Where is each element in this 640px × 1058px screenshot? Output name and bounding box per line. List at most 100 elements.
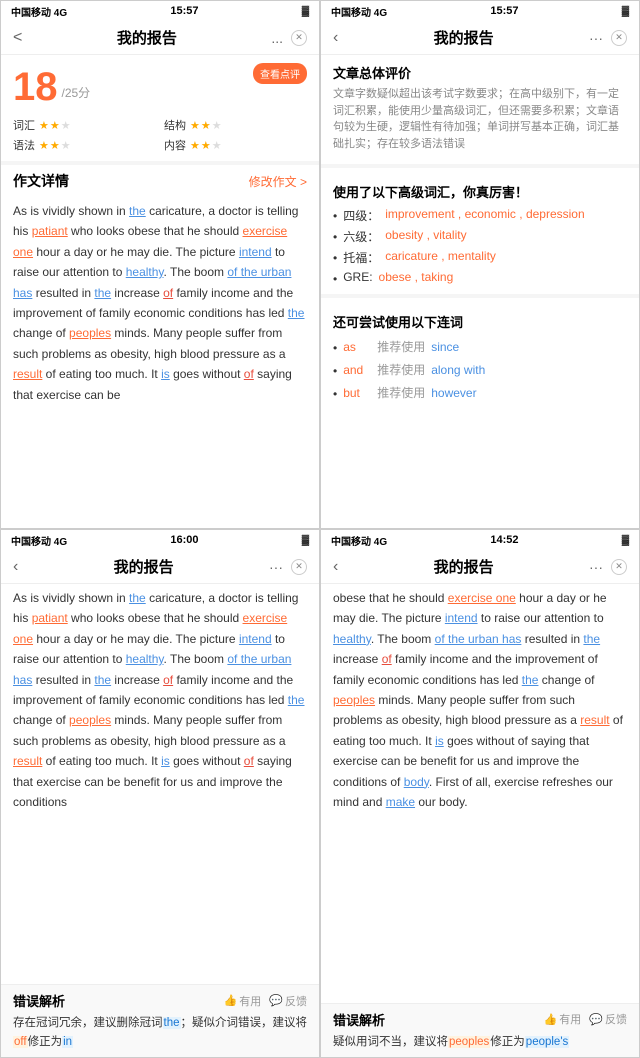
feedback-btns-br: 👍 有用 💬 反馈 [544,1011,627,1027]
words-0: improvement , economic , depression [385,207,584,221]
close-btn-br[interactable]: ✕ [611,559,627,575]
bl-patiant: patiant [32,611,68,625]
battery-tr: ▓ [622,6,629,17]
back-icon-tr[interactable]: ‹ [333,29,338,47]
close-btn-bl[interactable]: ✕ [291,559,307,575]
level-0: 四级： [343,207,379,224]
star1: ★ [39,139,49,152]
feedback-btns-bl: 👍 有用 💬 反馈 [224,993,307,1009]
score-total: /25分 [62,84,91,101]
panel-bottom-right: 中国移动 4G 14:52 ▓ ‹ 我的报告 ··· ✕ obese that … [320,529,640,1058]
status-bar-br: 中国移动 4G 14:52 ▓ [321,530,639,550]
feedback-btn-bl[interactable]: 💬 反馈 [269,993,307,1009]
nav-title-bl: 我的报告 [114,556,174,577]
conjunct-item-1: • and 推荐使用 along with [333,358,627,381]
back-icon-bl[interactable]: ‹ [13,558,18,576]
nav-left-tr[interactable]: ‹ [333,29,338,47]
battery-tl: ▓ [302,6,309,17]
conjunct-item-0: • as 推荐使用 since [333,335,627,358]
carrier-tr: 中国移动 4G [331,4,387,19]
check-btn[interactable]: 查看点评 [253,63,307,84]
feedback-btn-br[interactable]: 💬 反馈 [589,1011,627,1027]
useful-btn-bl[interactable]: 👍 有用 [224,993,262,1009]
back-icon-br[interactable]: ‹ [333,558,338,576]
word-of: of [163,286,173,300]
conjunct-title: 还可尝试使用以下连词 [321,304,639,335]
c-word-0: as [343,340,371,354]
br-intend: intend [445,611,478,625]
edit-link[interactable]: 修改作文 > [249,173,307,190]
word-healthy: healthy [126,265,164,279]
score-grid: 词汇 ★ ★ ★ 结构 ★ ★ ★ [13,117,307,153]
level-3: GRE: [343,270,372,284]
close-btn-tl[interactable]: ✕ [291,30,307,46]
score-number: 18 [13,67,58,107]
vocab-title: 使用了以下高级词汇，你真厉害！ [321,174,639,205]
nav-right-bl[interactable]: ··· ✕ [269,559,307,575]
divider2 [321,294,639,298]
star2: ★ [50,139,60,152]
bl-of2: of [244,754,254,768]
nav-right-br[interactable]: ··· ✕ [589,559,627,575]
useful-btn-br[interactable]: 👍 有用 [544,1011,582,1027]
error-desc-br: 疑似用词不当，建议将peoples修正为people's [333,1033,627,1051]
err-off: off [13,1036,28,1048]
stars-vocab: ★ ★ ★ [39,119,71,132]
br-exercise-one: exercise one [448,591,516,605]
time-tl: 15:57 [170,5,198,17]
stars-content: ★ ★ ★ [190,139,222,152]
level-1: 六级： [343,228,379,245]
error-title-bl: 错误解析 [13,991,65,1010]
score-label-grammar: 语法 [13,137,35,153]
more-icon-tr[interactable]: ··· [589,30,603,46]
conjunct-list: • as 推荐使用 since • and 推荐使用 along with • … [321,335,639,404]
br-make: make [386,795,415,809]
panel-top-right: 中国移动 4G 15:57 ▓ ‹ 我的报告 ··· ✕ 文章总体评价 文章字数… [320,0,640,529]
score-label-content: 内容 [164,137,186,153]
words-2: caricature , mentality [385,249,496,263]
error-section-br: 错误解析 👍 有用 💬 反馈 疑似用词不当，建议将peoples修正为peopl… [321,1003,639,1057]
nav-title-tl: 我的报告 [117,27,177,48]
panel-tr-scroll: 文章总体评价 文章字数疑似超出该考试字数要求；在高中级别下，有一定词汇积累，能使… [321,55,639,528]
more-icon-bl[interactable]: ··· [269,559,283,575]
panel-br-scroll: obese that he should exercise one hour a… [321,584,639,1003]
c-suggest-2: 推荐使用 [377,384,425,401]
error-title-row-br: 错误解析 👍 有用 💬 反馈 [333,1010,627,1029]
essay-text-bl: As is vividly shown in the caricature, a… [1,584,319,820]
dot3: • [333,272,337,286]
nav-left-tl[interactable]: < [13,29,22,47]
bl-result: result [13,754,42,768]
err-peoples-correct: people's [525,1036,569,1048]
br-of: of [382,652,392,666]
essay-text-tl: As is vividly shown in the caricature, a… [1,197,319,413]
star2: ★ [201,139,211,152]
level-2: 托福： [343,249,379,266]
c-word-1: and [343,363,371,377]
nav-right-tl[interactable]: ... ✕ [271,30,307,46]
nav-left-br[interactable]: ‹ [333,558,338,576]
close-btn-tr[interactable]: ✕ [611,30,627,46]
star3: ★ [212,119,222,132]
nav-bar-bl: ‹ 我的报告 ··· ✕ [1,550,319,584]
nav-left-bl[interactable]: ‹ [13,558,18,576]
br-the3: the [522,673,539,687]
c-word-2: but [343,386,371,400]
c-dot1: • [333,364,337,378]
nav-right-tr[interactable]: ··· ✕ [589,30,627,46]
br-of-the-urban: of the urban has [435,632,522,646]
panel-top-left: 中国移动 4G 15:57 ▓ < 我的报告 ... ✕ 查看点评 18 /25… [0,0,320,529]
back-icon-tl[interactable]: < [13,29,22,47]
essay-title: 作文详情 [13,171,69,191]
feedback-icon-bl: 💬 [269,994,283,1007]
battery-bl: ▓ [302,535,309,546]
status-bar-tl: 中国移动 4G 15:57 ▓ [1,1,319,21]
divider1 [321,164,639,168]
stars-grammar: ★ ★ ★ [39,139,71,152]
more-icon-tl[interactable]: ... [271,30,283,46]
word-patiant: patiant [32,224,68,238]
more-icon-br[interactable]: ··· [589,559,603,575]
word-peoples: peoples [69,326,111,340]
overall-text: 文章字数疑似超出该考试字数要求；在高中级别下，有一定词汇积累，能使用少量高级词汇… [321,86,639,158]
vocab-list: • 四级： improvement , economic , depressio… [321,205,639,288]
err-peoples: peoples [448,1036,490,1048]
